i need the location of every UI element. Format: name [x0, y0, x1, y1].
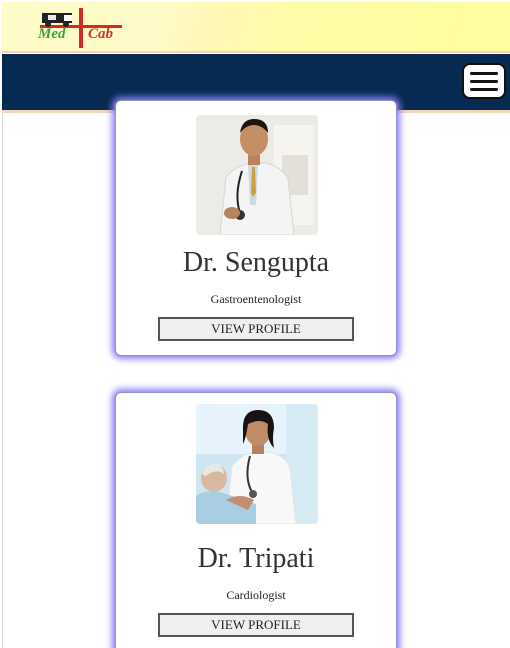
doctor-name: Dr. Sengupta — [182, 247, 330, 278]
hamburger-menu-icon — [470, 72, 498, 75]
doctor-card: Dr. Tripati Cardiologist VIEW PROFILE — [115, 392, 397, 648]
page: Med Cab Dr. Sengupta Gastroentenologist … — [0, 0, 510, 648]
brand-header: Med Cab — [2, 2, 510, 53]
medcab-logo[interactable]: Med Cab — [38, 8, 124, 48]
doctor-specialty: Gastroentenologist — [210, 292, 302, 306]
hamburger-line — [470, 80, 498, 83]
doctor-name: Dr. Tripati — [197, 543, 315, 574]
logo-text-cab: Cab — [88, 26, 114, 42]
doctor-photo — [196, 404, 318, 524]
hamburger-line — [470, 88, 498, 91]
doctor-specialty: Cardiologist — [226, 588, 286, 602]
doctor-photo — [196, 115, 318, 235]
view-profile-button[interactable]: VIEW PROFILE — [158, 613, 354, 637]
doctor-with-patient-image — [196, 404, 318, 524]
view-profile-button[interactable]: VIEW PROFILE — [158, 317, 354, 341]
logo-text-med: Med — [38, 26, 66, 42]
menu-button[interactable] — [462, 63, 506, 99]
doctor-portrait-image — [196, 115, 318, 235]
doctor-card: Dr. Sengupta Gastroentenologist VIEW PRO… — [115, 100, 397, 356]
